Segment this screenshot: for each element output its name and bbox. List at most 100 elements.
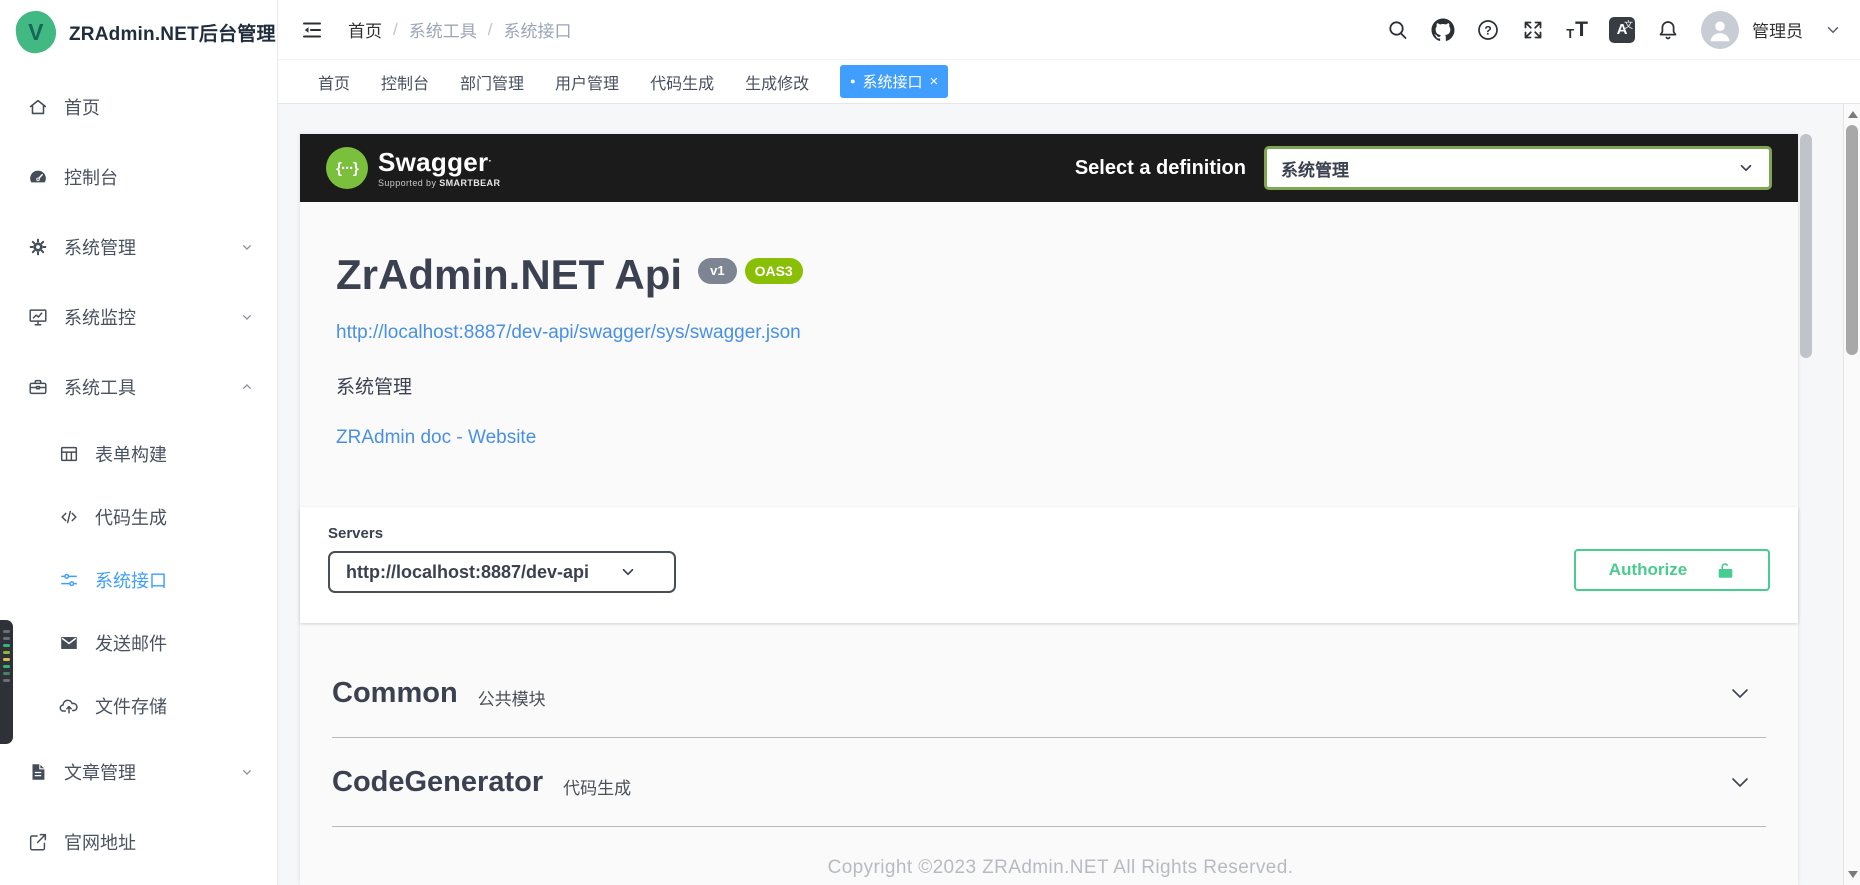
widget-stripe (3, 672, 10, 675)
api-title: ZrAdmin.NET Api (336, 254, 682, 296)
server-value: http://localhost:8887/dev-api (346, 562, 589, 583)
home-icon (27, 96, 49, 118)
sidebar: V ZRAdmin.NET后台管理 首页 控制台 系统管理 (0, 0, 278, 885)
authorize-label: Authorize (1609, 560, 1687, 580)
scheme-container: Servers http://localhost:8887/dev-api Au… (300, 507, 1798, 623)
font-size-big-glyph: T (1575, 19, 1588, 40)
close-icon[interactable]: × (930, 74, 939, 89)
tab-console[interactable]: 控制台 (381, 70, 429, 94)
sidebar-item-system-monitor[interactable]: 系统监控 (0, 282, 277, 352)
doc-website-link[interactable]: ZRAdmin doc - Website (336, 427, 536, 449)
search-icon[interactable] (1386, 18, 1410, 42)
scroll-up-arrow-icon[interactable] (1848, 111, 1858, 118)
sidebar-item-system-tools[interactable]: 系统工具 (0, 352, 277, 422)
tab-gen-edit[interactable]: 生成修改 (745, 70, 809, 94)
sidebar-item-home[interactable]: 首页 (0, 72, 277, 142)
tab-label: 系统接口 (863, 71, 923, 92)
sidebar-item-label: 代码生成 (95, 504, 167, 530)
form-grid-icon (58, 443, 80, 465)
chevron-down-icon[interactable] (1824, 21, 1842, 39)
swagger-sub-brand: Supported by SMARTBEAR (378, 178, 500, 188)
swagger-wordmark: Swagger. (378, 149, 500, 175)
authorize-button[interactable]: Authorize (1574, 549, 1770, 591)
api-description: 系统管理 (336, 372, 1762, 399)
cloud-upload-icon (58, 695, 80, 717)
section-description: 公共模块 (478, 685, 546, 710)
chevron-down-icon[interactable] (1728, 681, 1752, 705)
footer-copyright: Copyright ©2023 ZRAdmin.NET All Rights R… (278, 857, 1843, 879)
spec-url-link[interactable]: http://localhost:8887/dev-api/swagger/sy… (336, 322, 801, 344)
breadcrumb-home[interactable]: 首页 (348, 17, 382, 42)
chevron-down-icon[interactable] (1728, 770, 1752, 794)
sidebar-item-label: 系统监控 (64, 304, 136, 330)
chevron-down-icon (239, 764, 255, 780)
breadcrumb-separator: / (393, 20, 398, 40)
sidebar-item-form-builder[interactable]: 表单构建 (0, 422, 277, 485)
window-scrollbar-thumb[interactable] (1846, 125, 1858, 355)
sidebar-item-console[interactable]: 控制台 (0, 142, 277, 212)
breadcrumb-system-tools[interactable]: 系统工具 (409, 17, 477, 42)
sliders-icon (58, 569, 80, 591)
scroll-down-arrow-icon[interactable] (1848, 871, 1858, 878)
translate-icon[interactable]: A文 (1609, 17, 1635, 43)
window-scrollbar (1843, 104, 1860, 885)
breadcrumb: 首页 / 系统工具 / 系统接口 (348, 17, 571, 42)
navbar-actions: ? TT A文 管理员 (1386, 11, 1842, 49)
swagger-logo-icon: {···} (326, 147, 368, 189)
fold-sidebar-icon[interactable] (300, 18, 324, 42)
app-logo[interactable]: V ZRAdmin.NET后台管理 (0, 0, 277, 64)
tab-home[interactable]: 首页 (318, 70, 350, 94)
user-name[interactable]: 管理员 (1752, 17, 1803, 42)
sidebar-item-system-api[interactable]: 系统接口 (0, 548, 277, 611)
servers-label: Servers (328, 525, 676, 542)
widget-stripe (3, 637, 10, 640)
content-scrollbar-thumb[interactable] (1800, 134, 1812, 358)
sidebar-item-code-gen[interactable]: 代码生成 (0, 485, 277, 548)
widget-stripe (3, 679, 10, 682)
section-common[interactable]: Common 公共模块 (332, 649, 1766, 738)
github-icon[interactable] (1431, 18, 1455, 42)
tab-system-api-active[interactable]: ● 系统接口 × (840, 65, 948, 98)
swagger-logo-glyph: {···} (336, 160, 358, 177)
sidebar-item-article-manage[interactable]: 文章管理 (0, 737, 277, 807)
chevron-down-icon (239, 309, 255, 325)
sidebar-item-label: 控制台 (64, 164, 118, 190)
sidebar-item-send-mail[interactable]: 发送邮件 (0, 611, 277, 674)
tags-view-bar: 首页 控制台 部门管理 用户管理 代码生成 生成修改 ● 系统接口 × (278, 60, 1860, 104)
help-glyph: ? (1485, 23, 1492, 37)
fullscreen-icon[interactable] (1521, 18, 1545, 42)
breadcrumb-separator: / (488, 20, 493, 40)
avatar[interactable] (1701, 11, 1739, 49)
sidebar-item-file-storage[interactable]: 文件存储 (0, 674, 277, 737)
server-select[interactable]: http://localhost:8887/dev-api (328, 551, 676, 593)
bell-icon[interactable] (1656, 18, 1680, 42)
oas-badge: OAS3 (745, 258, 803, 284)
section-title: CodeGenerator (332, 766, 543, 799)
tab-user-manage[interactable]: 用户管理 (555, 70, 619, 94)
tab-code-gen[interactable]: 代码生成 (650, 70, 714, 94)
chevron-up-icon (239, 379, 255, 395)
floating-widget[interactable] (0, 620, 13, 744)
breadcrumb-system-api: 系统接口 (503, 17, 571, 42)
section-codegenerator[interactable]: CodeGenerator 代码生成 (332, 738, 1766, 827)
sidebar-menu: 首页 控制台 系统管理 系统监控 (0, 64, 277, 877)
chevron-down-icon (1737, 159, 1755, 177)
definition-select[interactable]: 系统管理 (1264, 146, 1772, 190)
version-badge: v1 (698, 258, 736, 284)
tab-dept-manage[interactable]: 部门管理 (460, 70, 524, 94)
sidebar-item-website[interactable]: 官网地址 (0, 807, 277, 877)
sidebar-item-label: 表单构建 (95, 441, 167, 467)
definition-area: Select a definition 系统管理 (1075, 146, 1772, 190)
app-window: V ZRAdmin.NET后台管理 首页 控制台 系统管理 (0, 0, 1860, 885)
logo-letter: V (28, 19, 43, 46)
sidebar-item-label: 系统工具 (64, 374, 136, 400)
widget-stripe (3, 658, 10, 661)
swagger-container: {···} Swagger. Supported by SMARTBEAR Se… (300, 134, 1798, 885)
translate-sub-glyph: 文 (1624, 18, 1633, 31)
help-icon[interactable]: ? (1476, 18, 1500, 42)
active-dot-icon: ● (850, 77, 855, 86)
sidebar-item-system-manage[interactable]: 系统管理 (0, 212, 277, 282)
sidebar-item-label: 文章管理 (64, 759, 136, 785)
chevron-down-icon (239, 239, 255, 255)
font-size-icon[interactable]: TT (1566, 19, 1588, 40)
